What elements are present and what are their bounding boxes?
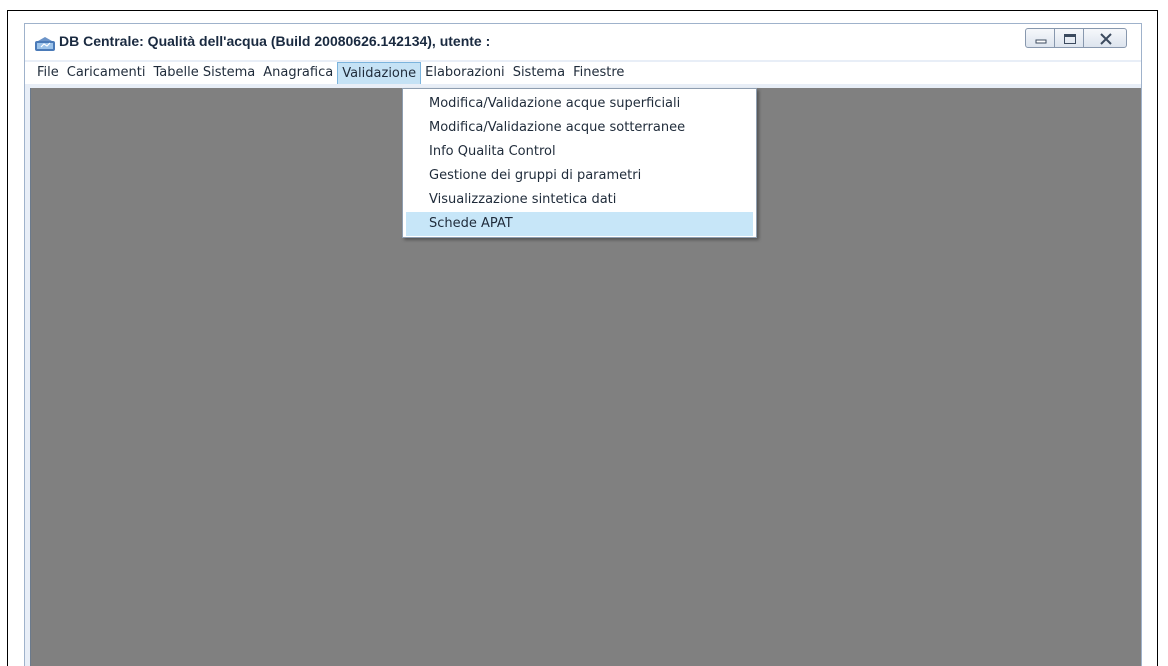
maximize-button[interactable] — [1054, 28, 1084, 48]
menu-bar: File Caricamenti Tabelle Sistema Anagraf… — [25, 62, 1141, 84]
minimize-icon — [1035, 39, 1047, 44]
close-button[interactable] — [1083, 28, 1127, 48]
close-icon — [1100, 33, 1112, 45]
menu-validazione[interactable]: Validazione — [337, 62, 422, 84]
menu-tabelle-sistema[interactable]: Tabelle Sistema — [150, 62, 260, 84]
menu-item-gestione-gruppi[interactable]: Gestione dei gruppi di parametri — [403, 164, 756, 188]
menu-file[interactable]: File — [33, 62, 63, 84]
title-bar[interactable]: DB Centrale: Qualità dell'acqua (Build 2… — [25, 24, 1141, 60]
menu-sistema[interactable]: Sistema — [509, 62, 569, 84]
maximize-icon — [1064, 34, 1076, 44]
caption-buttons — [1025, 28, 1127, 48]
minimize-button[interactable] — [1025, 28, 1055, 48]
database-app-icon — [35, 36, 55, 51]
menu-item-info-qualita-control[interactable]: Info Qualita Control — [403, 140, 756, 164]
menu-item-modifica-sotterranee[interactable]: Modifica/Validazione acque sotterranee — [403, 116, 756, 140]
user-name-redacted — [555, 29, 635, 53]
validazione-dropdown-menu: Modifica/Validazione acque superficiali … — [402, 88, 757, 238]
menu-elaborazioni[interactable]: Elaborazioni — [421, 62, 509, 84]
menu-item-schede-apat[interactable]: Schede APAT — [406, 212, 753, 236]
menu-caricamenti[interactable]: Caricamenti — [63, 62, 150, 84]
menu-finestre[interactable]: Finestre — [569, 62, 628, 84]
menu-item-visualizzazione-sintetica[interactable]: Visualizzazione sintetica dati — [403, 188, 756, 212]
menu-item-modifica-superficiali[interactable]: Modifica/Validazione acque superficiali — [403, 92, 756, 116]
window-title: DB Centrale: Qualità dell'acqua (Build 2… — [59, 33, 491, 49]
menu-anagrafica[interactable]: Anagrafica — [259, 62, 337, 84]
